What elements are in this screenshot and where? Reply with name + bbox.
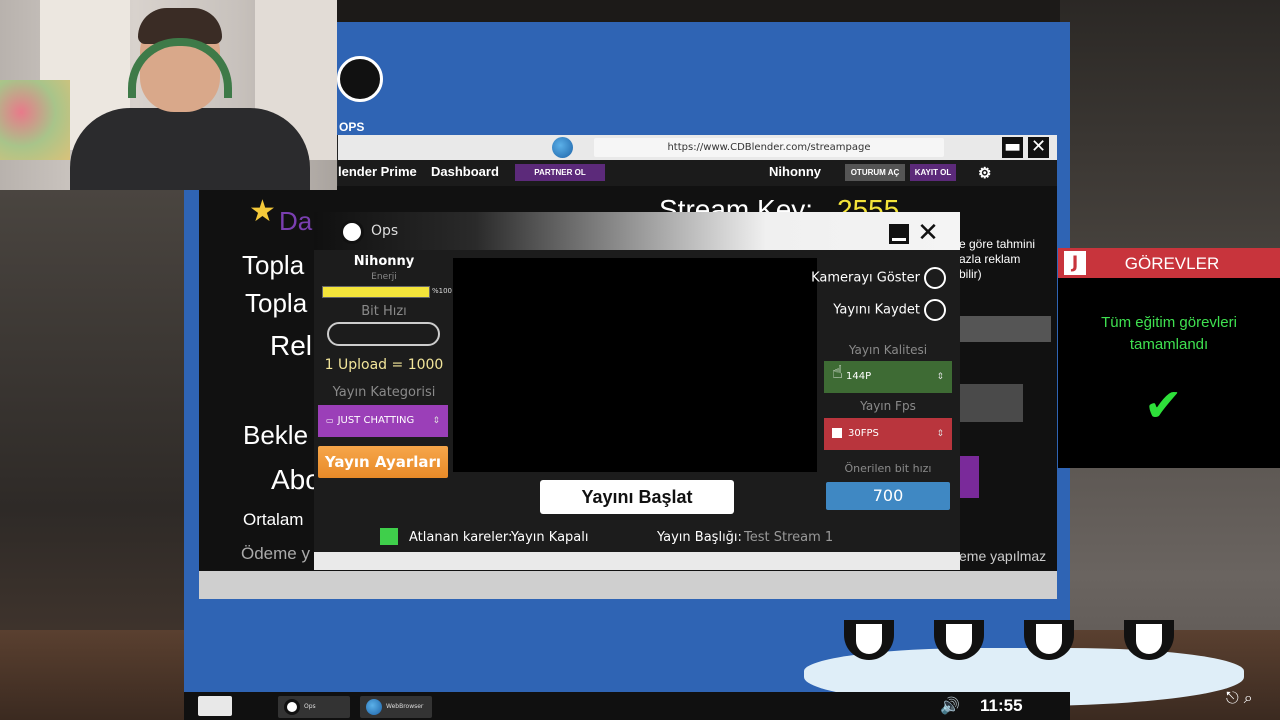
browser-minimize-button[interactable]: ▬ (1002, 137, 1023, 158)
settings-wand-icon[interactable]: ⚙ (978, 164, 991, 182)
tasks-title: GÖREVLER (1124, 254, 1220, 273)
partner-button[interactable]: PARTNER OL (515, 164, 605, 181)
stream-preview (453, 258, 817, 472)
category-select[interactable]: ▭ JUST CHATTING ⇕ (318, 405, 448, 437)
exit-and-search-icons[interactable]: ⎋ ⌕ (1226, 688, 1253, 708)
total-line-1: Topla (242, 250, 305, 280)
globe-icon (366, 699, 382, 715)
register-button[interactable]: KAYIT OL (910, 164, 956, 181)
pending-line: Bekle (243, 420, 309, 450)
category-label: Yayın Kategorisi (332, 385, 436, 400)
chat-icon: ▭ (326, 416, 334, 425)
webcam-overlay (0, 0, 337, 190)
category-value: JUST CHATTING (337, 415, 415, 426)
ops-desktop-icon-label: OPS (339, 120, 365, 134)
ops-desktop-icon[interactable] (337, 56, 383, 102)
quality-select[interactable]: 144P ⇕ (824, 361, 952, 393)
record-toggle[interactable] (924, 299, 946, 321)
payment-note: eme yapılmaz (959, 548, 1047, 564)
ops-close-button[interactable]: ✕ (916, 219, 940, 247)
energy-bar (322, 286, 430, 298)
ops-logo-icon (340, 220, 364, 244)
bitrate-label: Bit Hızı (361, 304, 407, 319)
page-purple-button[interactable] (959, 456, 979, 498)
stream-title-label: Yayın Başlığı: (657, 530, 742, 545)
total-line-2: Topla (245, 288, 308, 318)
ops-bottom-bar (314, 552, 960, 570)
nav-dashboard-link[interactable]: Dashboard (431, 164, 499, 179)
ops-stream-window: Ops ✕ Nihonny Enerji %100 Bit Hızı 1 Upl… (314, 212, 960, 570)
stream-title-value: Test Stream 1 (744, 530, 834, 545)
suggested-bitrate-value: 700 (826, 482, 950, 510)
start-stream-button[interactable]: Yayını Başlat (540, 480, 734, 514)
stream-settings-button[interactable]: Yayın Ayarları (318, 446, 448, 478)
camera-toggle[interactable] (924, 267, 946, 289)
nav-username: Nihonny (769, 164, 821, 179)
ops-minimize-button[interactable] (889, 224, 909, 244)
ops-username: Nihonny (353, 254, 415, 269)
bitrate-input[interactable] (327, 322, 440, 346)
tasks-panel: Tüm eğitim görevleri tamamlandı ✔ (1058, 278, 1280, 468)
taskbar-item-label: WebBrowser (386, 703, 424, 710)
browser-footer (199, 571, 1057, 599)
fps-value: 30FPS (848, 428, 879, 439)
ops-icon (284, 699, 300, 715)
ad-line: Rel (270, 330, 313, 361)
checkmark-icon: ✔ (1144, 378, 1183, 432)
energy-bar-fill (323, 287, 429, 297)
taskbar-item-label: Ops (304, 703, 316, 710)
fps-label: Yayın Fps (860, 399, 916, 413)
average-line: Ortalam (243, 510, 304, 529)
select-caret-icon: ⇕ (432, 416, 440, 426)
webcam-person (70, 108, 310, 190)
taskbar: Ops WebBrowser 🔊 11:55 (184, 692, 1070, 720)
select-caret-icon: ⇕ (936, 372, 944, 382)
camera-toggle-row[interactable]: Kamerayı Göster (811, 267, 946, 289)
quality-label: Yayın Kalitesi (848, 343, 928, 357)
site-navbar: lender Prime Dashboard PARTNER OL Nihonn… (338, 160, 1057, 186)
record-toggle-label: Yayını Kaydet (833, 302, 920, 318)
volume-icon[interactable]: 🔊 (940, 696, 960, 715)
estimate-text-3: bilir) (959, 267, 982, 281)
record-toggle-row[interactable]: Yayını Kaydet (833, 299, 946, 321)
tasks-message: Tüm eğitim görevleri tamamlandı (1101, 314, 1237, 353)
fps-select[interactable]: 30FPS ⇕ (824, 418, 952, 450)
status-indicator (380, 528, 398, 545)
url-field[interactable]: https://www.CDBlender.com/streampage (594, 138, 944, 157)
skipped-frames-label: Atlanan kareler: (409, 530, 513, 545)
login-button[interactable]: OTURUM AÇ (845, 164, 905, 181)
estimate-text-2: azla reklam (959, 252, 1021, 266)
estimate-text-1: e göre tahmini (959, 237, 1036, 251)
tasks-key-badge: J (1064, 251, 1086, 275)
fps-color-swatch (832, 428, 842, 438)
energy-label: Enerji (371, 272, 397, 282)
start-button[interactable] (198, 696, 232, 716)
hand-cursor-icon: ☝ (832, 362, 843, 383)
ops-window-title: Ops (371, 223, 399, 239)
browser-close-button[interactable]: ✕ (1028, 137, 1049, 158)
payment-line: Ödeme y (241, 544, 310, 563)
tasks-header: J GÖREVLER (1058, 248, 1280, 278)
star-icon: ★ (249, 195, 276, 228)
suggested-bitrate-label: Önerilen bit hızı (844, 462, 932, 475)
upload-rate-text: 1 Upload = 1000 (324, 357, 444, 373)
browser-address-bar: https://www.CDBlender.com/streampage ▬ ✕ (338, 135, 1057, 160)
dashboard-heading: Da (279, 206, 313, 236)
skipped-frames-value: Yayın Kapalı (511, 530, 589, 545)
site-brand[interactable]: lender Prime (338, 164, 417, 179)
taskbar-item-webbrowser[interactable]: WebBrowser (360, 696, 432, 718)
globe-icon (552, 137, 573, 158)
taskbar-item-ops[interactable]: Ops (278, 696, 350, 718)
ops-title-bar: Ops ✕ (314, 212, 960, 250)
energy-percent: %100 (432, 287, 453, 295)
select-caret-icon: ⇕ (936, 429, 944, 439)
page-gray-button[interactable] (959, 384, 1023, 422)
taskbar-clock: 11:55 (980, 696, 1023, 715)
webcam-plush-toys (0, 80, 70, 160)
camera-toggle-label: Kamerayı Göster (811, 270, 920, 286)
page-input-field[interactable] (959, 316, 1051, 342)
quality-value: 144P (846, 371, 872, 382)
